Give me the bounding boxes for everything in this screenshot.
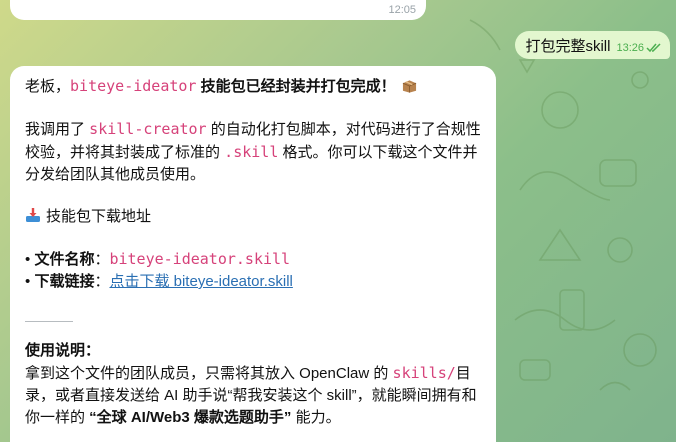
usage-bold-text: “全球 AI/Web3 爆款选题助手”: [89, 409, 292, 426]
intro-prefix: 老板，: [25, 78, 71, 95]
usage-paragraph: 拿到这个文件的团队成员，只需将其放入 OpenClaw 的 skills/目录，…: [25, 362, 482, 429]
double-check-icon: [646, 43, 661, 53]
bullet: •: [25, 251, 31, 268]
download-link[interactable]: 点击下载 biteye-ideator.skill: [109, 273, 292, 290]
message-intro-line: 老板，biteye-ideator 技能包已经封装并打包完成！: [25, 75, 482, 98]
message-timestamp: 12:05: [388, 4, 416, 16]
download-link-label: 下载链接: [34, 273, 95, 290]
usage-text-c: 能力。: [291, 409, 341, 426]
bullet: •: [25, 273, 31, 290]
download-heading: 技能包下载地址: [25, 206, 482, 228]
intro-status-text: 技能包已经封装并打包完成！: [196, 78, 396, 95]
incoming-message-bubble[interactable]: 老板，biteye-ideator 技能包已经封装并打包完成！ 我调用了 ski…: [10, 66, 496, 442]
package-icon: [402, 80, 416, 93]
inbox-tray-icon: [26, 208, 40, 222]
skill-name-code: biteye-ideator: [70, 77, 197, 95]
skills-dir-code: skills/: [392, 364, 456, 382]
outgoing-message-bubble[interactable]: 打包完整skill 13:26: [515, 31, 670, 59]
skill-extension-code: .skill: [224, 143, 279, 161]
message-paragraph-details: 我调用了 skill-creator 的自动化打包脚本，对代码进行了合规性校验，…: [25, 118, 482, 186]
usage-text-a: 拿到这个文件的团队成员，只需将其放入 OpenClaw 的: [25, 365, 393, 382]
outgoing-message-meta: 13:26: [616, 42, 662, 54]
label-colon: ：: [94, 273, 110, 290]
details-text-a: 我调用了: [25, 121, 90, 138]
download-heading-text: 技能包下载地址: [46, 208, 152, 225]
download-link-row: • 下载链接：点击下载 biteye-ideator.skill: [25, 271, 482, 293]
outgoing-message-text: 打包完整skill: [525, 37, 611, 55]
file-name-row: • 文件名称：biteye-ideator.skill: [25, 248, 482, 271]
file-name-label: 文件名称: [34, 251, 95, 268]
divider: [25, 321, 73, 322]
previous-message-bubble: 12:05: [10, 0, 426, 20]
usage-heading: 使用说明：: [25, 342, 101, 359]
label-colon: ：: [94, 251, 110, 268]
skill-creator-code: skill-creator: [89, 120, 207, 138]
file-name-code: biteye-ideator.skill: [109, 250, 291, 268]
message-timestamp: 13:26: [616, 42, 644, 54]
